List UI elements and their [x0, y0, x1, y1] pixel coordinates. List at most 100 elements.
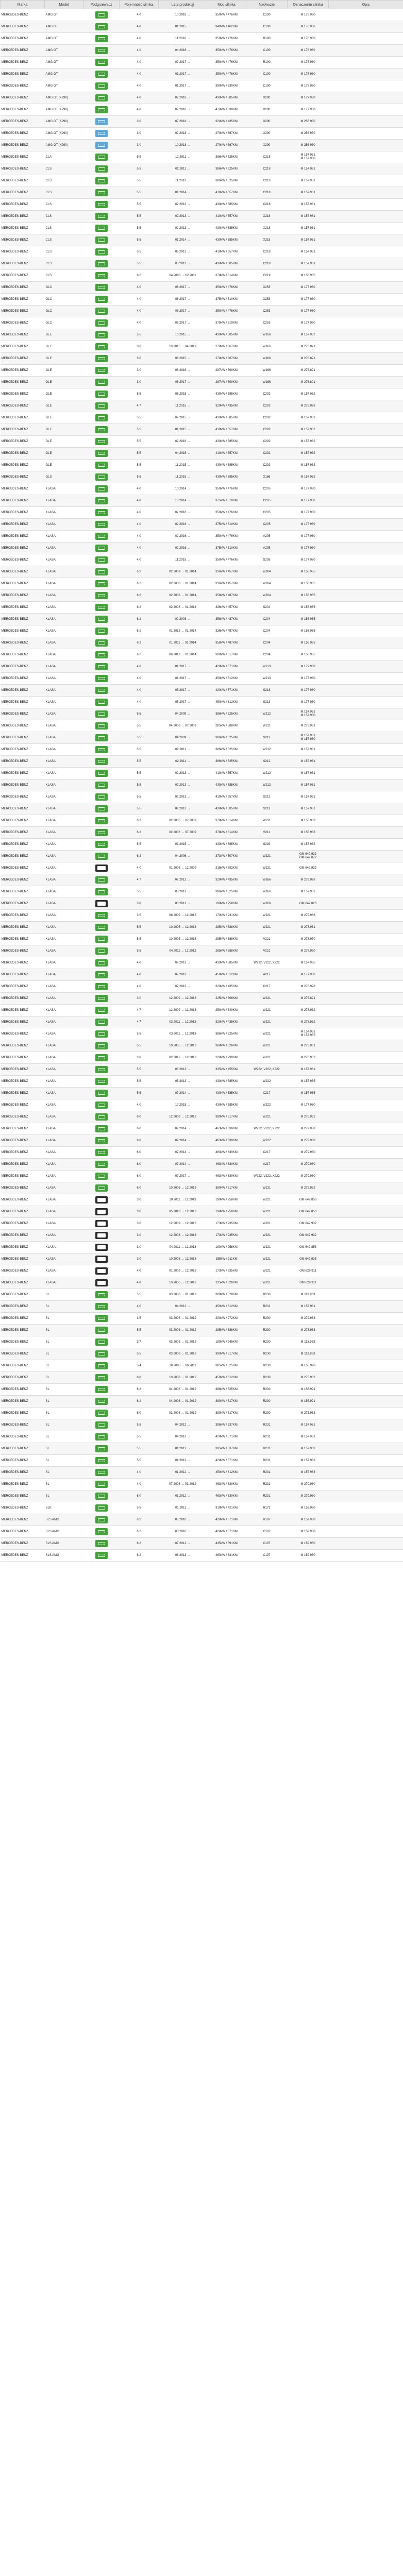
table-row[interactable]: MERCEDES-BENZ CLS 6.2 04.2008 → 02.2011 378k…: [0, 269, 403, 282]
table-row[interactable]: MERCEDES-BENZ KLASA 5.5 10.2005 → 12.2013 28…: [0, 933, 403, 945]
table-row[interactable]: MERCEDES-BENZ SL 5.5 01.2012 → 420kW / 571KM…: [0, 1454, 403, 1467]
table-row[interactable]: MERCEDES-BENZ KLASA 5.5 02.2013 → 410kW / 55…: [0, 791, 403, 803]
table-row[interactable]: MERCEDES-BENZ AMG GT (X290) 4.0 07.2018 → 43…: [0, 92, 403, 104]
table-row[interactable]: MERCEDES-BENZ SL 6.0 03.2008 → 01.2012 380kW…: [0, 1407, 403, 1419]
table-row[interactable]: MERCEDES-BENZ KLASA 5.5 02.2013 → 430kW / 58…: [0, 803, 403, 815]
col-years[interactable]: Lata produkcji: [158, 0, 207, 9]
table-row[interactable]: MERCEDES-BENZ SL 5.5 04.2012 → 420kW / 571KM…: [0, 1431, 403, 1443]
table-row[interactable]: MERCEDES-BENZ SL 6.0 01.2012 → 463kW / 630KM…: [0, 1490, 403, 1502]
table-row[interactable]: MERCEDES-BENZ KLASA 4.0 02.2016 → 350kW / 47…: [0, 506, 403, 519]
table-row[interactable]: MERCEDES-BENZ KLASA 5.5 03.2015 → 430kW / 58…: [0, 838, 403, 851]
table-row[interactable]: MERCEDES-BENZ KLASA 4.7 03.2011 → 12.2013 32…: [0, 1016, 403, 1028]
table-row[interactable]: MERCEDES-BENZ KLASA 3.0 12.2009 → 12.2013 22…: [0, 992, 403, 1005]
table-row[interactable]: MERCEDES-BENZ KLASA 6.2 01.2011 → 01.2014 35…: [0, 637, 403, 649]
table-row[interactable]: MERCEDES-BENZ CLS 5.5 02.2013 → 410kW / 557K…: [0, 210, 403, 223]
table-row[interactable]: MERCEDES-BENZ KLASA 5.5 04.2009 → 386kW / 52…: [0, 732, 403, 744]
table-row[interactable]: MERCEDES-BENZ AMG GT 4.0 11.2016 → 350kW / 4…: [0, 32, 403, 45]
table-row[interactable]: MERCEDES-BENZ CLS 5.5 01.2014 → 430kW / 585K…: [0, 234, 403, 246]
table-row[interactable]: MERCEDES-BENZ KLASA 5.5 10.2005 → 12.2013 28…: [0, 921, 403, 934]
table-row[interactable]: MERCEDES-BENZ KLASA 5.5 03.2011 → 12.2013 38…: [0, 1028, 403, 1040]
table-row[interactable]: MERCEDES-BENZ KLASA 6.2 06.2012 → 01.2014 38…: [0, 649, 403, 661]
table-row[interactable]: MERCEDES-BENZ SLK 5.5 01.2011 → 310kW / 421K…: [0, 1502, 403, 1514]
table-row[interactable]: MERCEDES-BENZ KLASA 4.0 01.2017 → 420kW / 57…: [0, 660, 403, 673]
table-row[interactable]: MERCEDES-BENZ KLASA 6.2 02.2006 → 07.2009 37…: [0, 826, 403, 839]
table-row[interactable]: MERCEDES-BENZ CLS 5.5 02.2013 → 430kW / 585K…: [0, 198, 403, 211]
table-row[interactable]: MERCEDES-BENZ AMG GT (X290) 3.0 10.2018 → 27…: [0, 139, 403, 151]
table-row[interactable]: MERCEDES-BENZ GLC 4.0 06.2017 → 350kW / 476K…: [0, 281, 403, 294]
table-row[interactable]: MERCEDES-BENZ CLS 5.5 02.2013 → 430kW / 585K…: [0, 222, 403, 234]
table-row[interactable]: MERCEDES-BENZ SLS AMG 6.2 03.2010 → 420kW / …: [0, 1514, 403, 1526]
table-row[interactable]: MERCEDES-BENZ KLASA 4.0 01.2009 → 12.2013 17…: [0, 1265, 403, 1277]
table-row[interactable]: MERCEDES-BENZ SL 5.5 03.2008 → 01.2012 388kW…: [0, 1289, 403, 1301]
table-row[interactable]: MERCEDES-BENZ SL 4.0 01.2012 → 450kW / 612KM…: [0, 1466, 403, 1479]
table-row[interactable]: MERCEDES-BENZ KLASA 6.0 07.2014 → 463kW / 63…: [0, 1158, 403, 1171]
table-row[interactable]: MERCEDES-BENZ AMG GT 4.0 04.2016 → 350kW / 4…: [0, 44, 403, 57]
table-row[interactable]: MERCEDES-BENZ GLE 3.0 06.2015 → 270kW / 367K…: [0, 352, 403, 365]
table-row[interactable]: MERCEDES-BENZ KLASA 6.0 07.2017 → 463kW / 63…: [0, 1170, 403, 1182]
table-row[interactable]: MERCEDES-BENZ KLASA 4.0 01.2017 → 450kW / 61…: [0, 672, 403, 685]
table-row[interactable]: MERCEDES-BENZ CLS 5.5 05.2013 → 430kW / 585K…: [0, 258, 403, 270]
table-row[interactable]: MERCEDES-BENZ KLASA 5.5 02.2011 → 386kW / 52…: [0, 743, 403, 756]
table-row[interactable]: MERCEDES-BENZ CLS 5.5 11.2012 → 386kW / 525K…: [0, 175, 403, 187]
table-row[interactable]: MERCEDES-BENZ KLASA 5.5 02.2011 → 386kW / 52…: [0, 755, 403, 768]
table-row[interactable]: MERCEDES-BENZ AMG GT 4.0 01.2017 → 350kW / 4…: [0, 68, 403, 80]
table-row[interactable]: MERCEDES-BENZ KLASA 4.7 07.2012 → 320kW / 43…: [0, 874, 403, 886]
table-row[interactable]: MERCEDES-BENZ SL 6.2 04.2008 → 01.2012 386kW…: [0, 1383, 403, 1396]
table-row[interactable]: MERCEDES-BENZ KLASA 3.0 02.2012 → 12.2013 22…: [0, 1052, 403, 1064]
table-row[interactable]: MERCEDES-BENZ AMG GT 4.0 10.2018 → 350kW / 4…: [0, 9, 403, 21]
table-row[interactable]: MERCEDES-BENZ SLS AMG 6.2 07.2012 → 435kW / …: [0, 1537, 403, 1550]
table-row[interactable]: MERCEDES-BENZ GLC 4.0 06.2017 → 350kW / 476K…: [0, 305, 403, 317]
col-heater[interactable]: Podgrzewacz: [83, 0, 120, 9]
table-row[interactable]: MERCEDES-BENZ GLC 4.0 06.2017 → 375kW / 510K…: [0, 317, 403, 329]
table-row[interactable]: MERCEDES-BENZ KLASA 6.2 02.2008 → 358kW / 48…: [0, 613, 403, 625]
table-row[interactable]: MERCEDES-BENZ KLASA 6.2 02.2009 → 01.2014 33…: [0, 566, 403, 578]
table-row[interactable]: MERCEDES-BENZ SL 6.0 10.2008 → 01.2012 450kW…: [0, 1371, 403, 1384]
table-row[interactable]: MERCEDES-BENZ KLASA 4.0 12.2015 → 430kW / 58…: [0, 1099, 403, 1111]
table-row[interactable]: MERCEDES-BENZ KLASA 5.5 10.2005 → 12.2013 38…: [0, 1040, 403, 1052]
table-row[interactable]: MERCEDES-BENZ KLASA 3.0 04.2011 → 12.2013 19…: [0, 1241, 403, 1253]
table-row[interactable]: MERCEDES-BENZ SLS AMG 6.2 03.2010 → 420kW / …: [0, 1526, 403, 1538]
table-row[interactable]: MERCEDES-BENZ KLASA 4.0 10.2006 → 12.2013 23…: [0, 1277, 403, 1289]
table-row[interactable]: MERCEDES-BENZ KLASA 6.2 02.2008 → 01.2014 33…: [0, 601, 403, 614]
table-row[interactable]: MERCEDES-BENZ KLASA 5.5 04.2009 → 386kW / 52…: [0, 708, 403, 720]
table-row[interactable]: MERCEDES-BENZ KLASA 3.0 12.2008 → 12.2013 17…: [0, 1229, 403, 1242]
table-row[interactable]: MERCEDES-BENZ CLS 5.5 05.2013 → 410kW / 557K…: [0, 246, 403, 258]
table-row[interactable]: MERCEDES-BENZ KLASA 3.0 10.2011 → 12.2013 19…: [0, 1194, 403, 1206]
col-brand[interactable]: Marka: [0, 0, 45, 9]
table-row[interactable]: MERCEDES-BENZ GLE 4.7 11.2015 → 320kW / 435K…: [0, 400, 403, 412]
table-row[interactable]: MERCEDES-BENZ SL 5.5 03.2008 → 01.2012 380kW…: [0, 1348, 403, 1360]
table-row[interactable]: MERCEDES-BENZ SL 5.4 10.2008 → 06.2011 385kW…: [0, 1360, 403, 1372]
table-row[interactable]: MERCEDES-BENZ KLASA 6.0 12.2009 → 12.2013 38…: [0, 1111, 403, 1123]
table-row[interactable]: MERCEDES-BENZ KLASA 4.0 05.2017 → 450kW / 61…: [0, 696, 403, 708]
table-row[interactable]: MERCEDES-BENZ SL 5.5 03.2008 → 01.2012 285kW…: [0, 1324, 403, 1336]
table-row[interactable]: MERCEDES-BENZ AMG GT 4.0 01.2015 → 340kW / 4…: [0, 21, 403, 33]
table-row[interactable]: MERCEDES-BENZ KLASA 6.0 02.2014 → 463kW / 63…: [0, 1134, 403, 1147]
table-row[interactable]: MERCEDES-BENZ KLASA 3.0 05.2013 → 12.2013 19…: [0, 1206, 403, 1218]
table-row[interactable]: MERCEDES-BENZ KLASA 5.5 07.2014 → 430kW / 58…: [0, 1087, 403, 1099]
table-row[interactable]: MERCEDES-BENZ SL 5.5 01.2012 → 395kW / 537KM…: [0, 1443, 403, 1455]
table-row[interactable]: MERCEDES-BENZ GLE 3.0 10.2015 → 04.2019 270k…: [0, 341, 403, 353]
table-row[interactable]: MERCEDES-BENZ GLE 5.5 11.2015 → 430kW / 585K…: [0, 459, 403, 471]
table-row[interactable]: MERCEDES-BENZ KLASA 4.0 07.2013 → 320kW / 43…: [0, 980, 403, 993]
table-row[interactable]: MERCEDES-BENZ KLASA 6.2 02.2008 → 01.2014 33…: [0, 578, 403, 590]
table-row[interactable]: MERCEDES-BENZ KLASA 4.7 12.2009 → 12.2013 25…: [0, 1004, 403, 1016]
table-row[interactable]: MERCEDES-BENZ AMG GT (X290) 3.0 07.2018 → 27…: [0, 127, 403, 140]
table-row[interactable]: MERCEDES-BENZ KLASA 4.0 11.2015 → 350kW / 47…: [0, 554, 403, 566]
col-capacity[interactable]: Pojemność silnika: [119, 0, 159, 9]
col-engine[interactable]: Oznaczenie silnika: [287, 0, 329, 9]
table-row[interactable]: MERCEDES-BENZ KLASA 4.0 10.2014 → 375kW / 51…: [0, 495, 403, 507]
table-row[interactable]: MERCEDES-BENZ GLE 3.0 06.2017 → 287kW / 390K…: [0, 376, 403, 388]
table-row[interactable]: MERCEDES-BENZ GLC 4.0 06.2017 → 375kW / 510K…: [0, 293, 403, 306]
table-row[interactable]: MERCEDES-BENZ KLASA 3.0 10.2008 → 12.2013 15…: [0, 1253, 403, 1265]
table-row[interactable]: MERCEDES-BENZ KLASA 6.0 02.2014 → 463kW / 63…: [0, 1123, 403, 1135]
table-row[interactable]: MERCEDES-BENZ GLE 5.5 10.2015 → 430kW / 585K…: [0, 329, 403, 341]
table-row[interactable]: MERCEDES-BENZ KLASA 5.5 03.2012 → 386kW / 52…: [0, 886, 403, 898]
table-row[interactable]: MERCEDES-BENZ KLASA 3.0 03.2012 → 190kW / 25…: [0, 897, 403, 910]
table-row[interactable]: MERCEDES-BENZ KLASA 6.2 02.2008 → 01.2014 35…: [0, 589, 403, 602]
col-body[interactable]: Nadwozie: [246, 0, 288, 9]
table-row[interactable]: MERCEDES-BENZ KLASA 6.0 07.2014 → 463kW / 63…: [0, 1146, 403, 1159]
table-row[interactable]: MERCEDES-BENZ KLASA 3.5 08.2009 → 12.2013 17…: [0, 909, 403, 922]
table-row[interactable]: MERCEDES-BENZ SL 6.2 04.2008 → 01.2012 380kW…: [0, 1395, 403, 1408]
table-row[interactable]: MERCEDES-BENZ KLASA 4.0 05.2017 → 420kW / 57…: [0, 684, 403, 697]
table-row[interactable]: MERCEDES-BENZ AMG GT 4.0 07.2017 → 350kW / 4…: [0, 56, 403, 69]
